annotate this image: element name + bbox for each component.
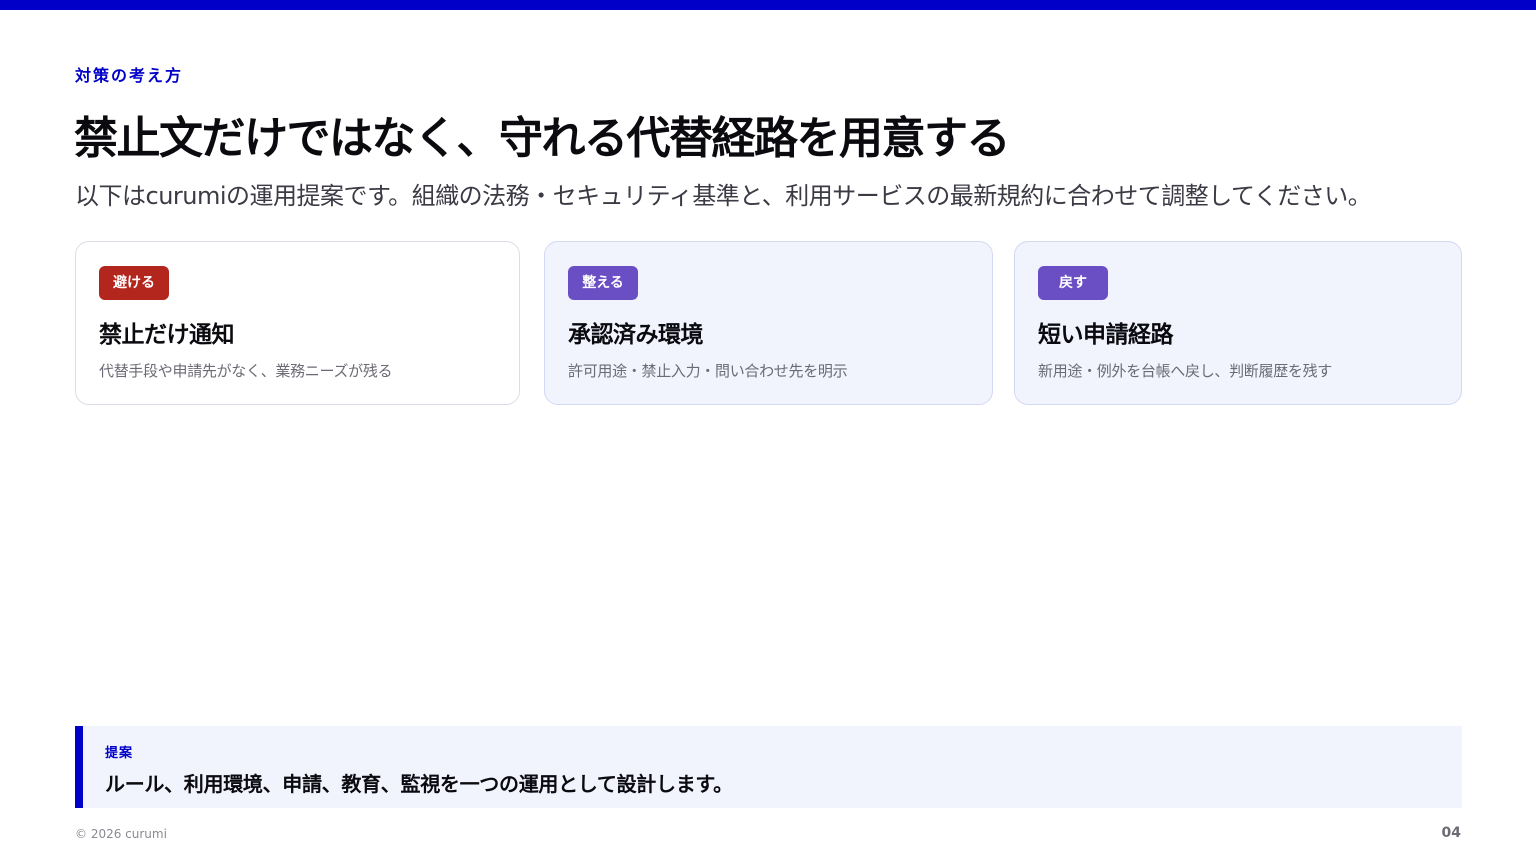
card-description: 新用途・例外を台帳へ戻し、判断履歴を残す bbox=[1038, 362, 1333, 380]
card-description: 代替手段や申請先がなく、業務ニーズが残る bbox=[99, 362, 393, 380]
slide-title: 禁止文だけではなく、守れる代替経路を用意する bbox=[74, 113, 1011, 164]
card-arrange: 整える 承認済み環境 許可用途・禁止入力・問い合わせ先を明示 bbox=[544, 241, 993, 405]
badge-avoid: 避ける bbox=[99, 266, 169, 300]
callout-label: 提案 bbox=[105, 746, 134, 761]
card-row: 避ける 禁止だけ通知 代替手段や申請先がなく、業務ニーズが残る 整える 承認済み… bbox=[75, 241, 1462, 407]
badge-arrange: 整える bbox=[568, 266, 638, 300]
page-number: 04 bbox=[1441, 825, 1461, 841]
card-title: 短い申請経路 bbox=[1038, 322, 1174, 348]
badge-return: 戻す bbox=[1038, 266, 1108, 300]
section-eyebrow: 対策の考え方 bbox=[75, 66, 184, 85]
card-avoid: 避ける 禁止だけ通知 代替手段や申請先がなく、業務ニーズが残る bbox=[75, 241, 520, 405]
copyright: © 2026 curumi bbox=[75, 827, 167, 841]
top-accent-bar bbox=[0, 0, 1536, 10]
slide-subtitle: 以下はcurumiの運用提案です。組織の法務・セキュリティ基準と、利用サービスの… bbox=[75, 182, 1372, 210]
card-description: 許可用途・禁止入力・問い合わせ先を明示 bbox=[568, 362, 848, 380]
proposal-callout: 提案 ルール、利用環境、申請、教育、監視を一つの運用として設計します。 bbox=[75, 726, 1462, 808]
callout-text: ルール、利用環境、申請、教育、監視を一つの運用として設計します。 bbox=[105, 772, 733, 796]
card-title: 承認済み環境 bbox=[568, 322, 704, 348]
card-return: 戻す 短い申請経路 新用途・例外を台帳へ戻し、判断履歴を残す bbox=[1014, 241, 1462, 405]
card-title: 禁止だけ通知 bbox=[99, 322, 235, 348]
